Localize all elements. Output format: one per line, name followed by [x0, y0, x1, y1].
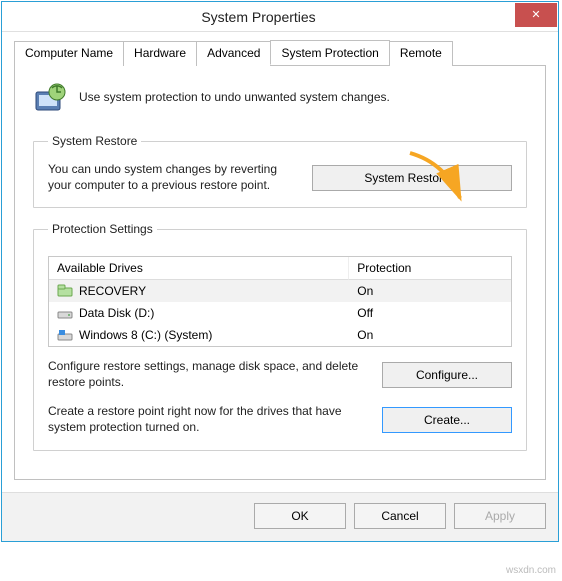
dialog-footer: OK Cancel Apply — [2, 492, 558, 541]
content-area: Computer Name Hardware Advanced System P… — [2, 32, 558, 492]
col-available-drives[interactable]: Available Drives — [49, 257, 349, 280]
titlebar: System Properties ✕ — [2, 2, 558, 32]
configure-text: Configure restore settings, manage disk … — [48, 359, 368, 390]
system-restore-group: System Restore You can undo system chang… — [33, 134, 527, 208]
apply-button: Apply — [454, 503, 546, 529]
create-text: Create a restore point right now for the… — [48, 404, 368, 435]
drive-name: Data Disk (D:) — [79, 306, 154, 320]
protection-status: On — [349, 326, 511, 344]
tab-remote[interactable]: Remote — [389, 41, 453, 66]
close-button[interactable]: ✕ — [515, 3, 557, 27]
ok-button[interactable]: OK — [254, 503, 346, 529]
protection-status: On — [349, 282, 511, 300]
drives-table[interactable]: Available Drives Protection RECOVERY On — [48, 256, 512, 347]
intro-text: Use system protection to undo unwanted s… — [79, 90, 527, 106]
system-protection-icon — [33, 80, 69, 116]
tab-advanced[interactable]: Advanced — [196, 41, 271, 66]
drive-name: RECOVERY — [79, 284, 146, 298]
protection-status: Off — [349, 304, 511, 322]
tab-body: Use system protection to undo unwanted s… — [14, 66, 546, 480]
configure-button[interactable]: Configure... — [382, 362, 512, 388]
watermark: wsxdn.com — [506, 565, 556, 576]
tab-system-protection[interactable]: System Protection — [270, 40, 389, 65]
table-row[interactable]: Data Disk (D:) Off — [49, 302, 511, 324]
system-restore-button[interactable]: System Restore... — [312, 165, 512, 191]
window-title: System Properties — [2, 9, 515, 25]
protection-settings-group: Protection Settings Available Drives Pro… — [33, 222, 527, 450]
tab-hardware[interactable]: Hardware — [123, 41, 197, 66]
system-restore-legend: System Restore — [48, 134, 141, 148]
system-restore-text: You can undo system changes by reverting… — [48, 162, 298, 193]
table-row[interactable]: Windows 8 (C:) (System) On — [49, 324, 511, 346]
protection-settings-legend: Protection Settings — [48, 222, 157, 236]
drive-icon — [57, 306, 73, 320]
close-icon: ✕ — [531, 8, 540, 21]
drive-icon — [57, 284, 73, 298]
cancel-button[interactable]: Cancel — [354, 503, 446, 529]
drive-name: Windows 8 (C:) (System) — [79, 328, 212, 342]
col-protection[interactable]: Protection — [349, 257, 511, 280]
table-header: Available Drives Protection — [49, 257, 511, 280]
intro-row: Use system protection to undo unwanted s… — [33, 80, 527, 116]
create-button[interactable]: Create... — [382, 407, 512, 433]
table-row[interactable]: RECOVERY On — [49, 280, 511, 302]
tab-computer-name[interactable]: Computer Name — [14, 41, 124, 66]
system-properties-window: System Properties ✕ Computer Name Hardwa… — [1, 1, 559, 542]
tabs: Computer Name Hardware Advanced System P… — [14, 40, 546, 66]
drive-icon — [57, 328, 73, 342]
